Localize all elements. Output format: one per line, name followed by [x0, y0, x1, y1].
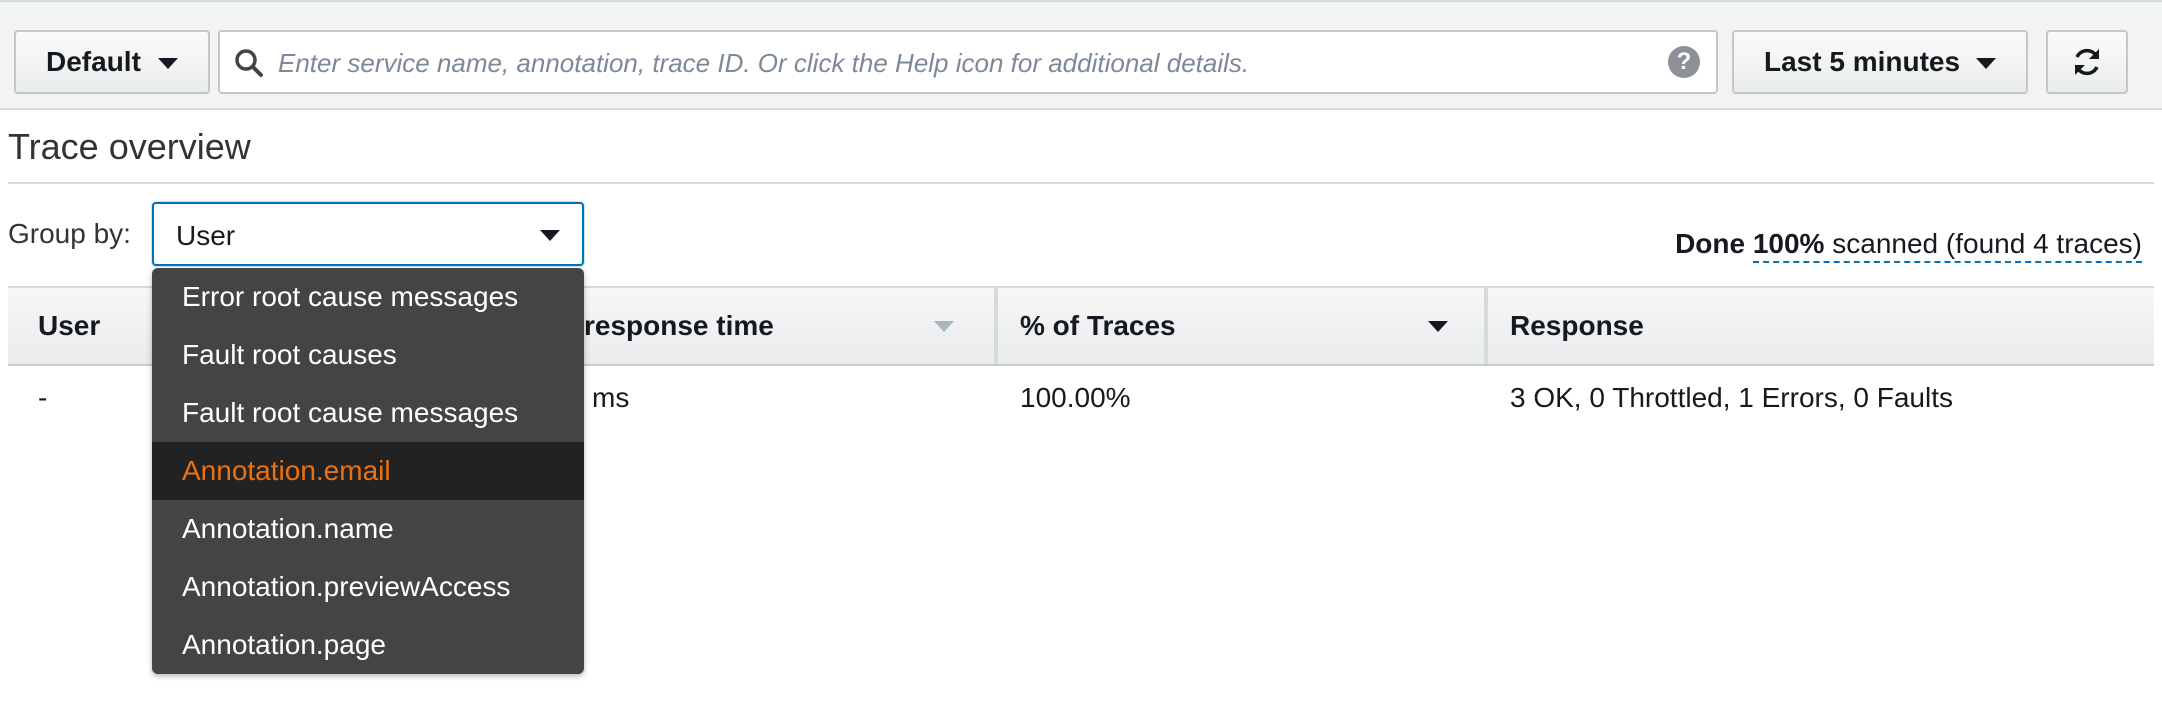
menu-item[interactable]: Fault root cause messages — [152, 384, 584, 442]
chevron-down-icon — [540, 230, 560, 241]
menu-item[interactable]: Fault root causes — [152, 326, 584, 384]
page-title: Trace overview — [8, 126, 251, 167]
menu-item[interactable]: Annotation.page — [152, 616, 584, 674]
top-toolbar: Default ? Last 5 minutes — [0, 0, 2162, 110]
column-header-label: User — [38, 310, 101, 341]
preset-label: Default — [46, 46, 141, 77]
help-icon[interactable]: ? — [1668, 46, 1700, 78]
scan-status: Done 100% scanned (found 4 traces) — [1675, 228, 2142, 263]
sort-caret-icon — [1428, 321, 1448, 332]
menu-item[interactable]: Annotation.name — [152, 500, 584, 558]
menu-item[interactable]: Annotation.previewAccess — [152, 558, 584, 616]
sort-caret-icon — [934, 321, 954, 332]
group-by-select[interactable]: User — [152, 202, 584, 266]
scan-status-suffix: scanned (found 4 traces) — [1832, 228, 2142, 259]
cell-user: - — [38, 382, 48, 413]
column-separator[interactable] — [1484, 288, 1488, 364]
search-icon — [235, 49, 263, 77]
chevron-down-icon — [158, 58, 178, 69]
cell-response: 3 OK, 0 Throttled, 1 Errors, 0 Faults — [1510, 382, 1953, 413]
group-by-dropdown-menu: Error root cause messages Fault root cau… — [152, 268, 584, 674]
preset-dropdown-button[interactable]: Default — [14, 30, 210, 94]
column-header-label: Response — [1510, 310, 1644, 341]
scan-status-details[interactable]: 100% scanned (found 4 traces) — [1752, 228, 2142, 263]
refresh-icon — [2075, 48, 2099, 76]
column-separator[interactable] — [994, 288, 998, 364]
group-by-label: Group by: — [8, 218, 131, 249]
search-bar: ? — [218, 30, 1718, 94]
column-header-pct-traces[interactable]: % of Traces — [1020, 288, 1488, 364]
cell-response-time: ms — [592, 382, 630, 413]
column-header-label: response time — [584, 310, 774, 341]
column-header-response-time[interactable]: response time — [584, 288, 994, 364]
menu-item[interactable]: Error root cause messages — [152, 268, 584, 326]
chevron-down-icon — [1976, 58, 1996, 69]
search-input[interactable] — [276, 32, 1640, 94]
group-by-selected-value: User — [176, 220, 236, 251]
time-range-label: Last 5 minutes — [1764, 46, 1961, 77]
divider — [8, 182, 2154, 184]
refresh-button[interactable] — [2046, 30, 2128, 94]
scan-status-prefix: Done — [1675, 228, 1746, 259]
scan-percent: 100% — [1752, 228, 1825, 259]
cell-pct-traces: 100.00% — [1020, 382, 1131, 413]
column-header-response[interactable]: Response — [1510, 288, 2110, 364]
menu-item-highlighted[interactable]: Annotation.email — [152, 442, 584, 500]
time-range-dropdown-button[interactable]: Last 5 minutes — [1732, 30, 2028, 94]
column-header-label: % of Traces — [1020, 310, 1176, 341]
